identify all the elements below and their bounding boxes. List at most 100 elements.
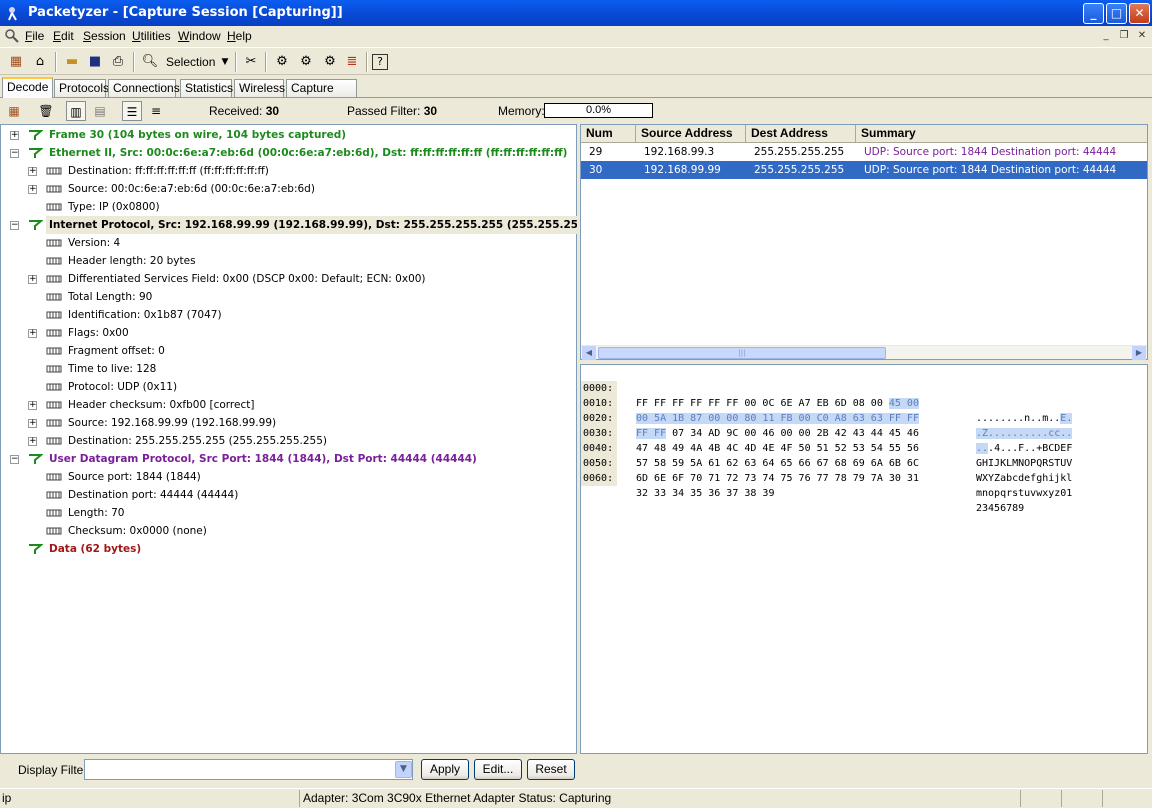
tab-statistics[interactable]: Statistics: [180, 79, 233, 97]
edit-button[interactable]: Edit...: [474, 759, 522, 780]
selection-dropdown[interactable]: Selection: [166, 55, 215, 69]
expand-plus-icon[interactable]: +: [28, 419, 37, 428]
hex-ascii[interactable]: WXYZabcdefghijkl: [976, 471, 1072, 486]
packet-list[interactable]: Num Source Address Dest Address Summary …: [580, 124, 1148, 360]
mdi-close-icon[interactable]: ✕: [1134, 29, 1150, 43]
open-folder-icon[interactable]: ▬: [62, 52, 82, 72]
tab-decode[interactable]: Decode: [2, 77, 53, 98]
color-rules-icon[interactable]: ≣: [342, 52, 362, 72]
menu-help[interactable]: Help: [227, 29, 252, 43]
hex-bytes[interactable]: 6D 6E 6F 70 71 72 73 74 75 76 77 78 79 7…: [636, 471, 919, 486]
tree-node-field[interactable]: Type: IP (0x0800): [1, 198, 571, 216]
nodes-icon[interactable]: ⚙: [320, 52, 340, 72]
tab-connections[interactable]: Connections: [108, 79, 180, 97]
tree-node-field[interactable]: Header length: 20 bytes: [1, 252, 571, 270]
tree-node-field[interactable]: Length: 70: [1, 504, 571, 522]
hex-dump[interactable]: 0000: FF FF FF FF FF FF 00 0C 6E A7 EB 6…: [580, 364, 1148, 754]
expand-plus-icon[interactable]: +: [10, 131, 19, 140]
tree-node-frame[interactable]: + Frame 30 (104 bytes on wire, 104 bytes…: [1, 126, 571, 144]
mdi-minimize-icon[interactable]: _: [1098, 29, 1114, 43]
hex-ascii[interactable]: mnopqrstuvwxyz01: [976, 486, 1072, 501]
tree-node-field[interactable]: Identification: 0x1b87 (7047): [1, 306, 571, 324]
collapse-minus-icon[interactable]: −: [10, 221, 19, 230]
tree-node-field[interactable]: + Destination: 255.255.255.255 (255.255.…: [1, 432, 571, 450]
hex-row: 0060: 32 33 34 35 36 37 38 39 23456789: [581, 456, 1147, 514]
hex-ascii[interactable]: 23456789: [976, 501, 1024, 516]
tree-node-field[interactable]: + Flags: 0x00: [1, 324, 571, 342]
tree-node-ip[interactable]: − Internet Protocol, Src: 192.168.99.99 …: [1, 216, 620, 234]
expand-plus-icon[interactable]: +: [28, 167, 37, 176]
trash-icon[interactable]: 🗑︎: [36, 101, 56, 121]
display-filter-input[interactable]: [84, 759, 413, 780]
chevron-down-icon[interactable]: ▼: [215, 52, 235, 72]
collapse-minus-icon[interactable]: −: [10, 149, 19, 158]
tree-node-udp[interactable]: − User Datagram Protocol, Src Port: 1844…: [1, 450, 571, 468]
tree-node-field[interactable]: + Source: 192.168.99.99 (192.168.99.99): [1, 414, 571, 432]
decode-tree[interactable]: + Frame 30 (104 bytes on wire, 104 bytes…: [0, 124, 620, 754]
scroll-thumb[interactable]: |||: [598, 347, 886, 359]
menu-file[interactable]: File: [25, 29, 44, 43]
tree-node-ethernet[interactable]: − Ethernet II, Src: 00:0c:6e:a7:eb:6d (0…: [1, 144, 571, 162]
expand-plus-icon[interactable]: +: [28, 401, 37, 410]
tab-protocols[interactable]: Protocols: [54, 79, 109, 97]
reset-button[interactable]: Reset: [527, 759, 575, 780]
tree-node-field[interactable]: Time to live: 128: [1, 360, 571, 378]
tree-node-field[interactable]: Total Length: 90: [1, 288, 571, 306]
tools-icon[interactable]: ✂: [241, 52, 261, 72]
menu-utilities[interactable]: Utilities: [132, 29, 171, 43]
status-filter-text: ip: [0, 790, 300, 807]
detail-view-icon[interactable]: ☰: [122, 101, 142, 121]
scroll-left-icon[interactable]: ◀: [582, 346, 596, 360]
expand-plus-icon[interactable]: +: [28, 329, 37, 338]
new-capture-icon[interactable]: ▦: [6, 52, 26, 72]
column-header-summary[interactable]: Summary: [856, 125, 1147, 143]
tree-node-field[interactable]: Protocol: UDP (0x11): [1, 378, 571, 396]
tab-capture-filter[interactable]: Capture Filter: [286, 79, 357, 111]
toolbar-separator: [265, 52, 267, 72]
capture-options-icon[interactable]: ⌂: [30, 52, 50, 72]
tree-node-field[interactable]: + Source: 00:0c:6e:a7:eb:6d (00:0c:6e:a7…: [1, 180, 571, 198]
tree-node-field[interactable]: Fragment offset: 0: [1, 342, 571, 360]
search-icon[interactable]: 🔍︎: [140, 52, 160, 72]
tree-node-field[interactable]: + Destination: ff:ff:ff:ff:ff:ff (ff:ff:…: [1, 162, 571, 180]
collapse-minus-icon[interactable]: −: [10, 455, 19, 464]
tab-wireless[interactable]: Wireless: [234, 79, 285, 97]
column-header-dest[interactable]: Dest Address: [746, 125, 856, 143]
tree-node-field[interactable]: + Differentiated Services Field: 0x00 (D…: [1, 270, 571, 288]
layout-split-icon[interactable]: ▥: [66, 101, 86, 121]
help-icon[interactable]: ?: [372, 54, 388, 70]
hex-bytes[interactable]: 32 33 34 35 36 37 38 39: [636, 486, 774, 501]
scroll-right-icon[interactable]: ▶: [1132, 346, 1146, 360]
menu-edit[interactable]: Edit: [53, 29, 74, 43]
tree-node-field[interactable]: + Header checksum: 0xfb00 [correct]: [1, 396, 571, 414]
mdi-restore-icon[interactable]: ❐: [1116, 29, 1132, 43]
close-button[interactable]: ✕: [1129, 3, 1150, 24]
list-view-icon[interactable]: ≡: [146, 101, 166, 121]
tree-node-field[interactable]: Source port: 1844 (1844): [1, 468, 571, 486]
expand-plus-icon[interactable]: +: [28, 185, 37, 194]
maximize-button[interactable]: □: [1106, 3, 1127, 24]
hex-row: 0020: FF FF 07 34 AD 9C 00 46 00 00 2B 4…: [581, 396, 1147, 454]
table-row[interactable]: 30 192.168.99.99 255.255.255.255 UDP: So…: [581, 161, 1147, 179]
tree-node-field[interactable]: Version: 4: [1, 234, 571, 252]
tree-node-field[interactable]: Checksum: 0x0000 (none): [1, 522, 571, 540]
tree-node-field[interactable]: Destination port: 44444 (44444): [1, 486, 571, 504]
column-header-source[interactable]: Source Address: [636, 125, 746, 143]
column-header-num[interactable]: Num: [581, 125, 636, 143]
menu-window[interactable]: Window: [178, 29, 221, 43]
table-row[interactable]: 29 192.168.99.3 255.255.255.255 UDP: Sou…: [581, 143, 1147, 161]
expand-plus-icon[interactable]: +: [28, 437, 37, 446]
expand-plus-icon[interactable]: +: [28, 275, 37, 284]
apply-button[interactable]: Apply: [421, 759, 469, 780]
print-icon[interactable]: ⎙: [108, 52, 128, 72]
minimize-button[interactable]: _: [1083, 3, 1104, 24]
save-icon[interactable]: ■: [85, 52, 105, 72]
adapter-icon[interactable]: ⚙: [296, 52, 316, 72]
chevron-down-icon[interactable]: ▼: [395, 761, 412, 778]
network-icon[interactable]: ⚙: [272, 52, 292, 72]
horizontal-scrollbar[interactable]: ◀ ||| ▶: [581, 345, 1147, 360]
menu-session[interactable]: Session: [83, 29, 126, 43]
capture-icon[interactable]: ▦: [4, 101, 24, 121]
layout-stack-icon[interactable]: ▤: [90, 101, 110, 121]
tree-node-data[interactable]: Data (62 bytes): [1, 540, 571, 558]
